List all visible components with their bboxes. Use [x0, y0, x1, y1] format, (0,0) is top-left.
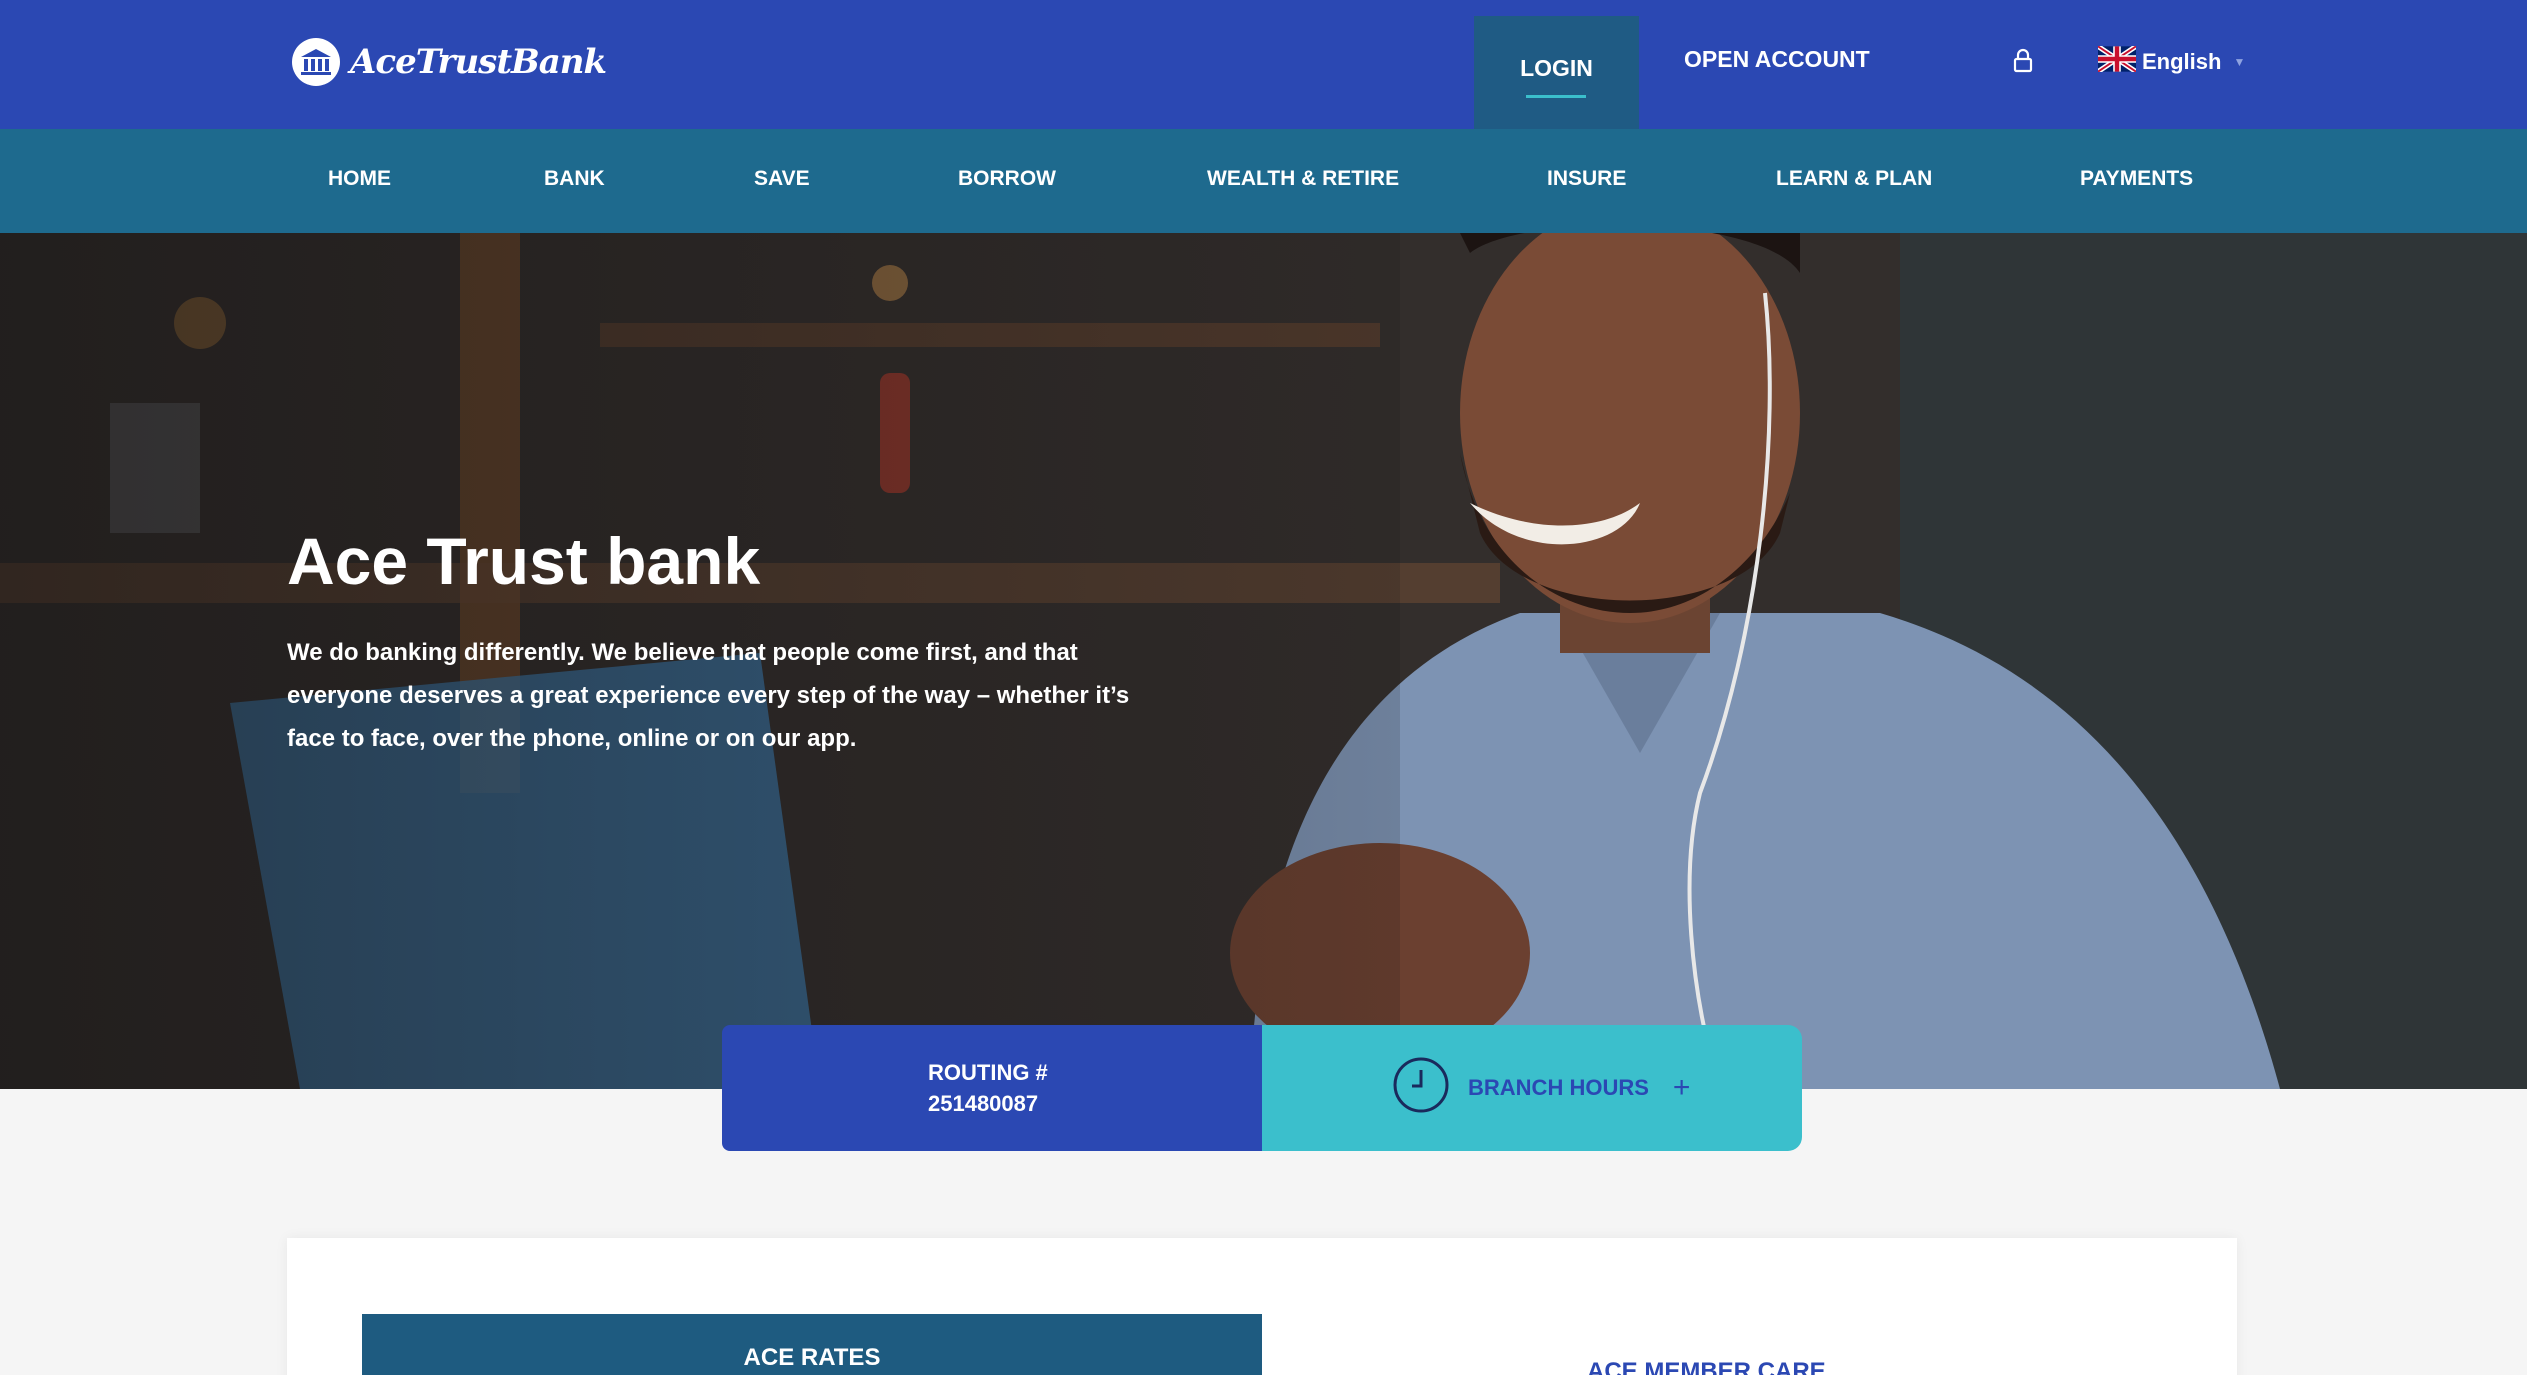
language-selector[interactable]: English ▼	[2096, 44, 2246, 78]
nav-item-learn-plan[interactable]: LEARN & PLAN	[1776, 167, 1932, 191]
language-label: English	[2142, 49, 2222, 74]
login-label: LOGIN	[1520, 55, 1593, 81]
top-bar: AceTrustBank LOGIN OPEN ACCOUNT English …	[0, 0, 2527, 129]
rates-panel: ACE RATES	[362, 1314, 1262, 1375]
logo[interactable]: AceTrustBank	[292, 36, 607, 88]
logo-text: AceTrustBank	[350, 42, 607, 82]
routing-panel: ROUTING # 251480087	[722, 1025, 1262, 1151]
hero-banner: Ace Trust bank We do banking differently…	[0, 233, 2527, 1089]
plus-icon: +	[1672, 1071, 1691, 1104]
routing-number: 251480087	[928, 1091, 1039, 1116]
open-account-button[interactable]: OPEN ACCOUNT	[1684, 46, 1870, 73]
bank-building-icon	[292, 38, 340, 86]
login-button[interactable]: LOGIN	[1474, 16, 1639, 129]
hero-title: Ace Trust bank	[287, 524, 761, 598]
login-active-underline	[1526, 95, 1586, 98]
main-nav: HOME BANK SAVE BORROW WEALTH & RETIRE IN…	[0, 129, 2527, 233]
lock-icon[interactable]	[2010, 48, 2036, 74]
nav-item-insure[interactable]: INSURE	[1547, 167, 1626, 191]
hero-description: We do banking differently. We believe th…	[287, 639, 1130, 752]
nav-item-home[interactable]: HOME	[328, 167, 391, 191]
rates-title: ACE RATES	[743, 1344, 881, 1371]
nav-item-payments[interactable]: PAYMENTS	[2080, 167, 2193, 191]
nav-item-borrow[interactable]: BORROW	[958, 167, 1056, 191]
content-card: ACE RATES ACE MEMBER CARE	[287, 1238, 2237, 1375]
member-care-title: ACE MEMBER CARE	[1587, 1358, 1826, 1375]
branch-hours-label: BRANCH HOURS	[1468, 1075, 1649, 1100]
nav-item-bank[interactable]: BANK	[544, 167, 605, 191]
uk-flag-icon	[2096, 44, 2138, 78]
nav-item-save[interactable]: SAVE	[754, 167, 810, 191]
clock-icon	[1392, 1056, 1450, 1120]
branch-hours-button[interactable]: BRANCH HOURS +	[1262, 1025, 1802, 1151]
nav-item-wealth-retire[interactable]: WEALTH & RETIRE	[1207, 167, 1399, 191]
routing-label: ROUTING #	[928, 1060, 1048, 1085]
chevron-down-icon: ▼	[2233, 55, 2246, 69]
